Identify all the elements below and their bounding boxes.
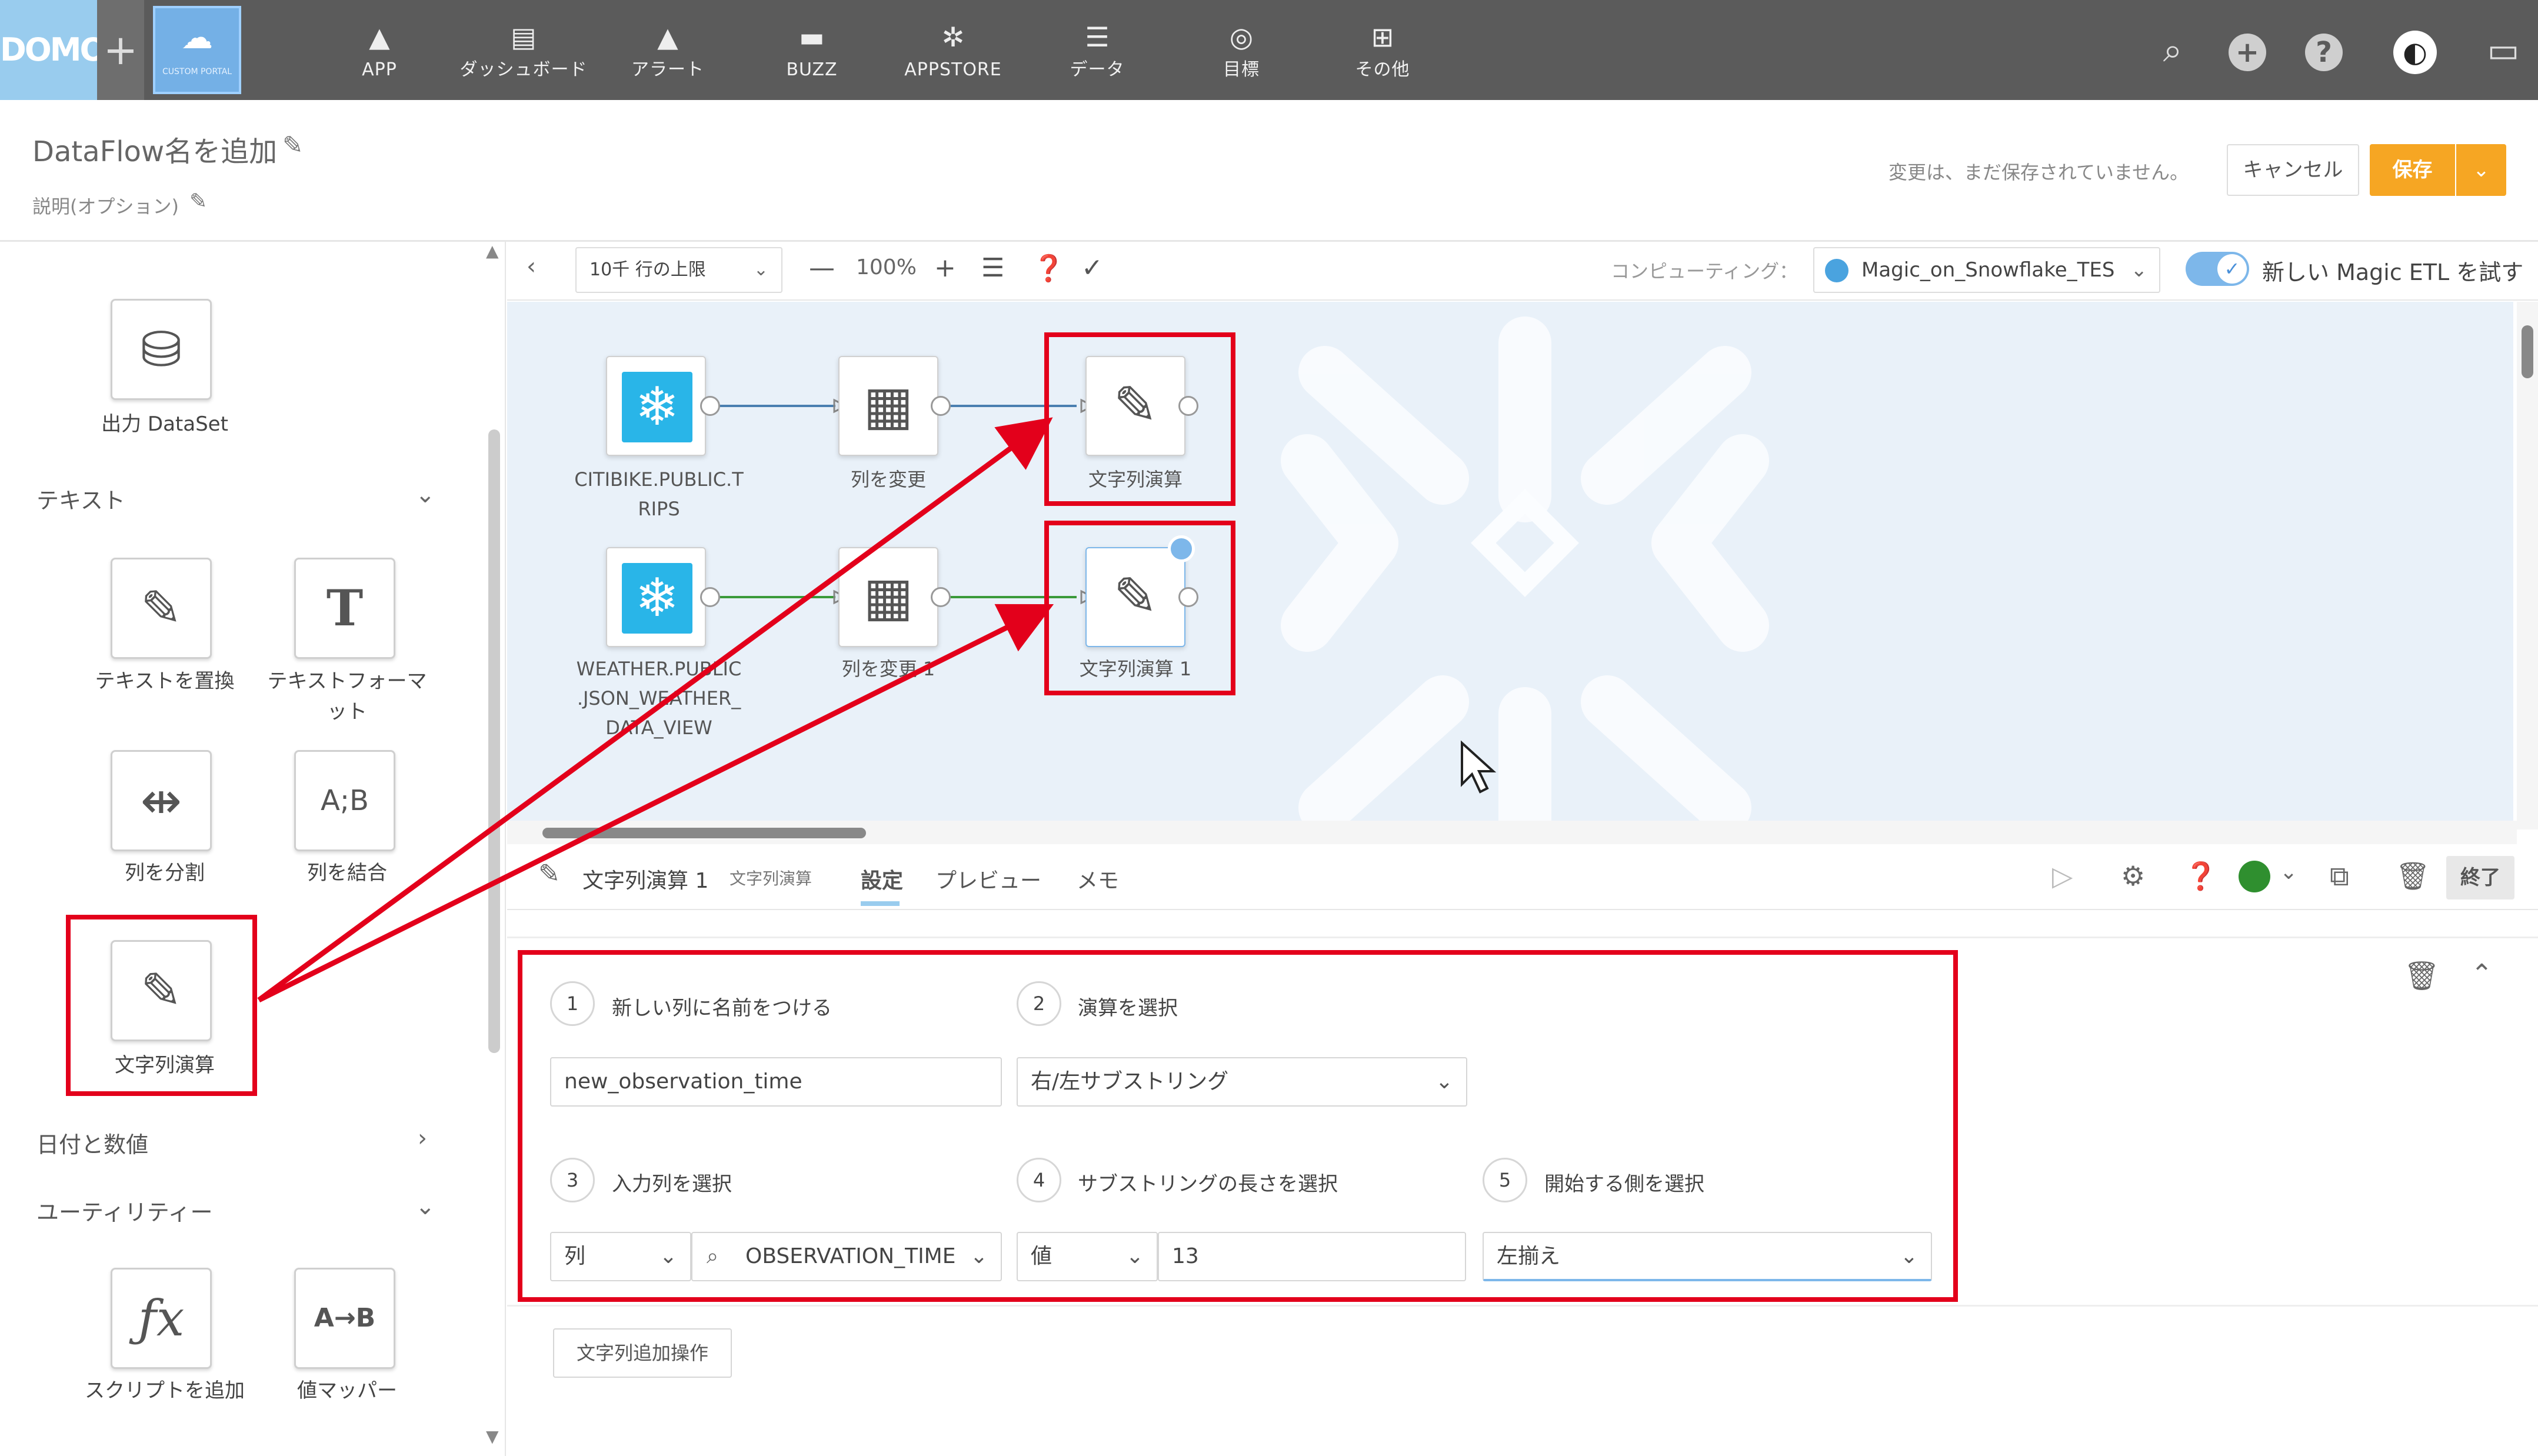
- node-weather-label: WEATHER.PUBLIC .JSON_WEATHER_ DATA_VIEW: [541, 654, 777, 742]
- node-output-port[interactable]: [700, 587, 720, 607]
- play-icon[interactable]: ▷: [2052, 860, 2073, 892]
- tab-preview[interactable]: プレビュー: [935, 864, 1041, 894]
- node-citibike-label: CITIBIKE.PUBLIC.T RIPS: [541, 465, 777, 524]
- node-alter-columns-1[interactable]: ▦: [838, 547, 938, 647]
- node-citibike-input[interactable]: ❄: [606, 356, 706, 456]
- node-alter-columns[interactable]: ▦: [838, 356, 938, 456]
- chevron-down-icon[interactable]: ⌄: [2280, 860, 2297, 884]
- chevron-up-icon[interactable]: ⌃: [2471, 959, 2493, 989]
- trash-icon[interactable]: 🗑: [2396, 860, 2430, 892]
- highlight-box-node-2: [1044, 521, 1235, 695]
- trash-icon[interactable]: 🗑: [2404, 959, 2440, 992]
- help-icon[interactable]: ❓: [2184, 860, 2217, 892]
- active-tab-indicator: [861, 901, 900, 906]
- node-output-port[interactable]: [700, 396, 720, 416]
- highlight-box-node-1: [1044, 332, 1235, 506]
- highlight-box-form: [518, 950, 1958, 1302]
- node-citibike-label-line1: CITIBIKE.PUBLIC.T: [574, 468, 744, 491]
- done-button[interactable]: 終了: [2446, 856, 2514, 899]
- node-weather-label-line2: .JSON_WEATHER_: [577, 687, 741, 709]
- mouse-cursor-icon: [1461, 740, 1497, 794]
- tile-type: 文字列演算: [730, 869, 812, 888]
- alter-columns-icon: ▦: [863, 375, 914, 437]
- node-citibike-label-line2: RIPS: [638, 498, 680, 520]
- node-weather-label-line3: DATA_VIEW: [605, 717, 712, 739]
- node-weather-input[interactable]: ❄: [606, 547, 706, 647]
- tab-memo[interactable]: メモ: [1077, 864, 1119, 894]
- duplicate-icon[interactable]: ⧉: [2330, 860, 2349, 893]
- tab-settings[interactable]: 設定: [861, 864, 903, 894]
- node-output-port[interactable]: [931, 396, 951, 416]
- add-string-operation-button[interactable]: 文字列追加操作: [553, 1328, 732, 1378]
- snowflake-icon: ❄: [622, 563, 692, 634]
- node-alter-columns-label: 列を変更: [850, 468, 926, 491]
- status-indicator[interactable]: [2239, 861, 2270, 892]
- node-alter-columns-1-label: 列を変更 1: [841, 658, 935, 680]
- snowflake-icon: ❄: [622, 372, 692, 442]
- tile-name[interactable]: 文字列演算 1: [582, 864, 708, 894]
- node-output-port[interactable]: [931, 587, 951, 607]
- edit-box-icon: ✎: [538, 859, 560, 889]
- alter-columns-icon: ▦: [863, 566, 914, 628]
- form-divider: [507, 937, 2538, 938]
- node-weather-label-line1: WEATHER.PUBLIC: [576, 658, 742, 680]
- form-divider: [507, 1305, 2538, 1307]
- gear-icon[interactable]: ⚙: [2121, 860, 2145, 892]
